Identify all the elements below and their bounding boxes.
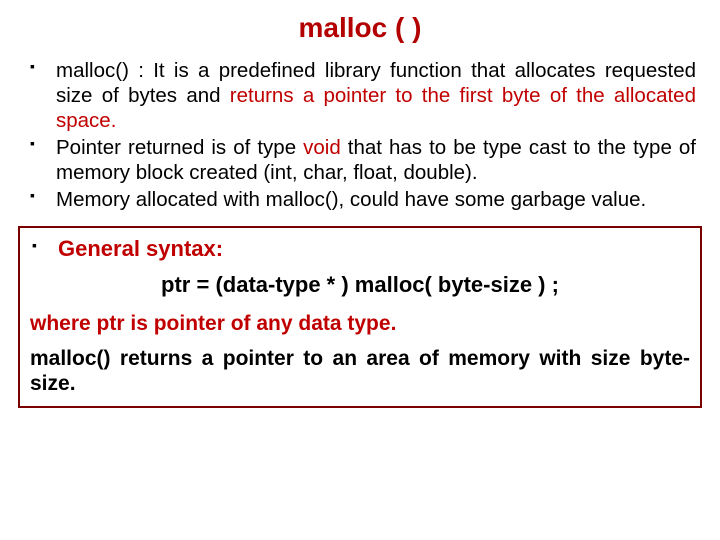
slide: malloc ( ) malloc() : It is a predefined… (0, 0, 720, 540)
slide-title: malloc ( ) (18, 12, 702, 44)
syntax-line: ptr = (data-type * ) malloc( byte-size )… (30, 272, 690, 298)
list-item: malloc() : It is a predefined library fu… (28, 58, 696, 133)
bullet-list: malloc() : It is a predefined library fu… (18, 58, 702, 212)
list-item: Pointer returned is of type void that ha… (28, 135, 696, 185)
where-note: where ptr is pointer of any data type. (30, 312, 690, 336)
list-item: Memory allocated with malloc(), could ha… (28, 187, 696, 212)
box-heading: General syntax: (30, 236, 690, 262)
box-bullet-list: General syntax: (30, 236, 690, 262)
returns-note: malloc() returns a pointer to an area of… (30, 346, 690, 396)
bullet-text: Memory allocated with malloc(), could ha… (56, 188, 646, 211)
bullet-text: Pointer returned is of type (56, 136, 303, 159)
bullet-text-red: void (303, 136, 341, 159)
syntax-box: General syntax: ptr = (data-type * ) mal… (18, 226, 702, 408)
